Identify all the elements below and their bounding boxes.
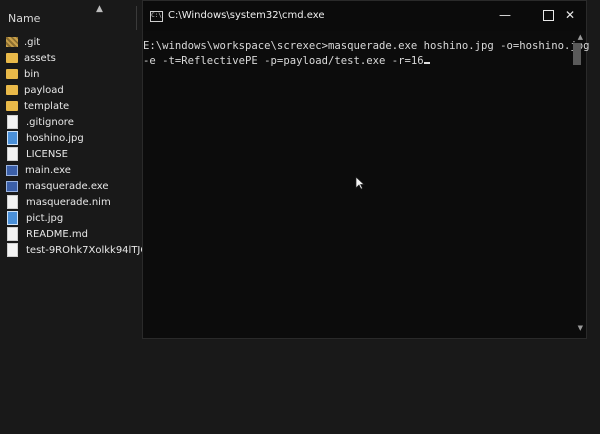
- folder-icon: [6, 53, 18, 63]
- folder-icon: [6, 69, 18, 79]
- file-item-readme[interactable]: README.md: [6, 226, 146, 242]
- minimize-button[interactable]: —: [483, 3, 527, 27]
- file-item-test[interactable]: test-9ROhk7Xolkk94lTJQw9Jae: [6, 242, 146, 258]
- name-column-title[interactable]: Name: [8, 12, 40, 25]
- document-icon: [7, 147, 18, 161]
- cmd-window[interactable]: C:\ C:\Windows\system32\cmd.exe — ✕ E:\w…: [142, 0, 590, 339]
- terminal-icon: C:\: [150, 11, 163, 22]
- scrollbar-thumb[interactable]: [573, 43, 581, 65]
- file-item-masquerade-exe[interactable]: masquerade.exe: [6, 178, 146, 194]
- chevron-up-icon: ▲: [96, 4, 103, 14]
- image-icon: [7, 131, 18, 145]
- column-header[interactable]: Name ▲: [0, 0, 145, 30]
- file-item-bin[interactable]: bin: [6, 66, 146, 82]
- scroll-down-arrow-icon[interactable]: ▼: [578, 324, 583, 332]
- text-cursor: [423, 62, 430, 64]
- file-item-license[interactable]: LICENSE: [6, 146, 146, 162]
- executable-icon: [6, 164, 18, 176]
- file-item-masquerade-nim[interactable]: masquerade.nim: [6, 194, 146, 210]
- file-item-main-exe[interactable]: main.exe: [6, 162, 146, 178]
- console-line-2: -e -t=ReflectivePE -p=payload/test.exe -…: [143, 54, 568, 69]
- folder-icon: [6, 37, 18, 47]
- file-list: .git assets bin payload template .gitign…: [6, 34, 146, 258]
- document-icon: [7, 195, 18, 209]
- scroll-up-arrow-icon[interactable]: ▲: [578, 33, 583, 41]
- executable-icon: [6, 180, 18, 192]
- document-icon: [7, 115, 18, 129]
- column-separator[interactable]: [136, 6, 137, 30]
- image-icon: [7, 211, 18, 225]
- close-button[interactable]: ✕: [548, 3, 592, 27]
- folder-icon: [6, 101, 18, 111]
- command-input[interactable]: -e -t=ReflectivePE -p=payload/test.exe -…: [143, 55, 424, 67]
- console-line-1: E:\windows\workspace\screxec>masquerade.…: [143, 40, 590, 52]
- file-item-template[interactable]: template: [6, 98, 146, 114]
- folder-icon: [6, 85, 18, 95]
- mouse-pointer-icon: [355, 176, 365, 190]
- document-icon: [7, 227, 18, 241]
- cmd-title-bar[interactable]: C:\ C:\Windows\system32\cmd.exe — ✕: [143, 1, 586, 31]
- file-item-hoshino-jpg[interactable]: hoshino.jpg: [6, 130, 146, 146]
- file-item-assets[interactable]: assets: [6, 50, 146, 66]
- file-item-gitignore[interactable]: .gitignore: [6, 114, 146, 130]
- window-title: C:\Windows\system32\cmd.exe: [168, 10, 325, 21]
- file-item-pict-jpg[interactable]: pict.jpg: [6, 210, 146, 226]
- file-item-payload[interactable]: payload: [6, 82, 146, 98]
- console-output[interactable]: E:\windows\workspace\screxec>masquerade.…: [143, 39, 590, 69]
- file-item-git[interactable]: .git: [6, 34, 146, 50]
- document-icon: [7, 243, 18, 257]
